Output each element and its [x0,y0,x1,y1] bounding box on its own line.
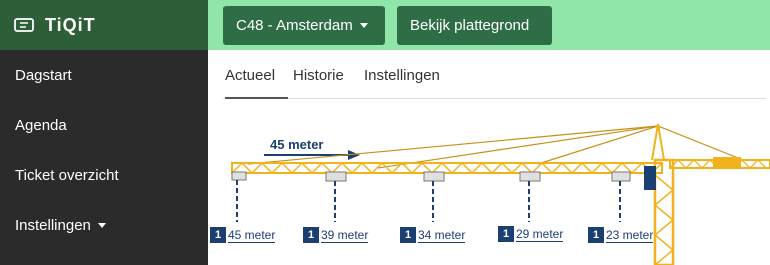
hook-count-badge: 1 [498,226,514,242]
ticket-icon [14,17,34,33]
hook-count-badge: 1 [588,227,604,243]
sidebar: TiQiT Dagstart Agenda Ticket overzicht I… [0,0,208,265]
hook-distance-label: 34 meter [418,227,466,243]
crane-illustration [231,123,770,265]
tab-bar: Actueel Historie Instellingen [223,62,766,99]
tab-instellingen[interactable]: Instellingen [364,62,464,98]
location-label: C48 - Amsterdam [236,17,353,34]
brand-name: TiQiT [45,14,96,35]
sidebar-item-agenda[interactable]: Agenda [0,100,208,150]
hook-distance-label: 23 meter [606,227,654,243]
sidebar-item-label: Dagstart [15,66,72,84]
floorplan-label: Bekijk plattegrond [410,17,530,34]
hook-marker[interactable]: 1 34 meter [400,227,466,243]
caret-down-icon [359,23,368,28]
hook-distance-label: 39 meter [321,227,369,243]
hook-marker[interactable]: 1 45 meter [210,227,276,243]
hook-distance-label: 45 meter [228,227,276,243]
hook-distance-label: 29 meter [516,226,564,242]
sidebar-item-ticket-overzicht[interactable]: Ticket overzicht [0,150,208,200]
jib-length-label: 45 meter [270,137,324,152]
hook-count-badge: 1 [400,227,416,243]
sidebar-item-label: Ticket overzicht [15,166,119,184]
hook-marker[interactable]: 1 23 meter [588,227,654,243]
caret-down-icon [97,222,106,228]
hook-marker[interactable]: 1 39 meter [303,227,369,243]
hook-marker[interactable]: 1 29 meter [498,226,564,242]
sidebar-item-dagstart[interactable]: Dagstart [0,50,208,100]
brand[interactable]: TiQiT [0,0,208,50]
sidebar-item-label: Instellingen [15,216,91,234]
sidebar-item-label: Agenda [15,116,67,134]
hook-count-badge: 1 [210,227,226,243]
crane-diagram: 45 meter 1 45 meter 1 39 meter 1 34 mete… [208,100,770,265]
view-floorplan-button[interactable]: Bekijk plattegrond [397,6,552,45]
sidebar-item-instellingen[interactable]: Instellingen [0,200,208,250]
location-dropdown-button[interactable]: C48 - Amsterdam [223,6,385,45]
topbar: C48 - Amsterdam Bekijk plattegrond [208,0,770,50]
tab-historie[interactable]: Historie [293,62,355,98]
hook-count-badge: 1 [303,227,319,243]
tab-actueel[interactable]: Actueel [225,62,288,99]
